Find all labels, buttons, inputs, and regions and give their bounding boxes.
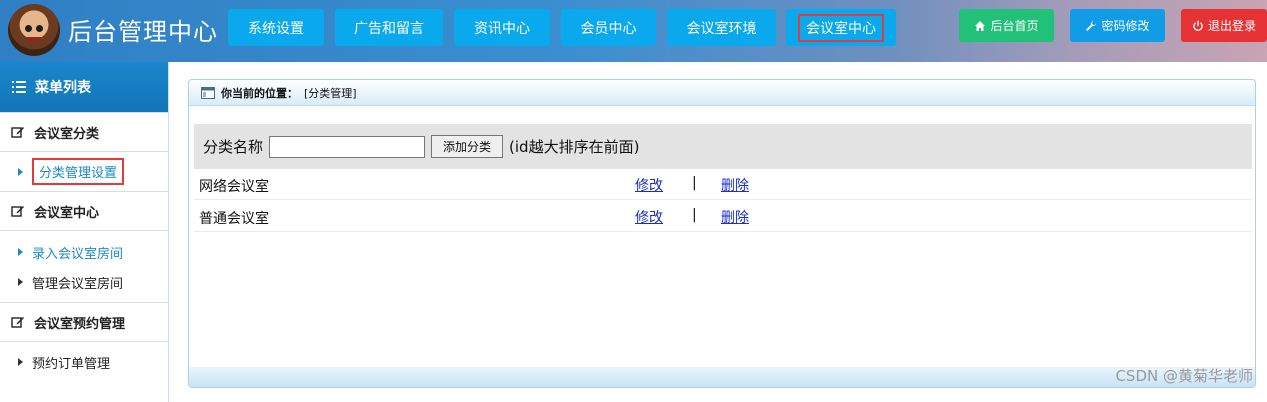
nav-active-highlight: 会议室中心: [798, 13, 884, 42]
nav-system-settings[interactable]: 系统设置: [228, 9, 324, 46]
category-name: 普通会议室: [199, 211, 269, 227]
watermark: CSDN @黄菊华老师: [1115, 367, 1253, 385]
category-row: 网络会议室 修改 | 删除: [194, 169, 1252, 200]
list-icon: [12, 81, 26, 93]
avatar: [8, 4, 60, 56]
nav-meeting-room-env[interactable]: 会议室环境: [667, 9, 776, 46]
sidebar-item-category-settings[interactable]: 分类管理设置: [0, 152, 168, 191]
edit-icon: [11, 206, 24, 217]
home-icon: [975, 20, 986, 31]
nav-news-center[interactable]: 资讯中心: [454, 9, 550, 46]
menu-list-header: 菜单列表: [0, 62, 168, 112]
delete-link[interactable]: 删除: [721, 175, 749, 195]
nav-meeting-room-center[interactable]: 会议室中心: [786, 9, 896, 46]
caret-right-icon: [18, 278, 23, 286]
caret-right-icon: [18, 358, 23, 366]
edit-link[interactable]: 修改: [635, 175, 663, 195]
nav-member-center[interactable]: 会员中心: [561, 9, 656, 46]
add-category-button[interactable]: 添加分类: [431, 135, 504, 158]
edit-icon: [11, 127, 24, 138]
sidebar: 菜单列表 会议室分类 分类管理设置 会议室中心 录入会议室房间 管理会议室房间 …: [0, 62, 169, 402]
window-icon: [201, 86, 215, 99]
breadcrumb: 你当前的位置： [分类管理]: [189, 80, 1255, 106]
sidebar-item-booking-orders[interactable]: 预约订单管理: [0, 347, 168, 377]
nav-ads-messages[interactable]: 广告和留言: [335, 9, 443, 46]
edit-icon: [11, 317, 24, 328]
wrench-icon: [1086, 20, 1097, 31]
power-icon: [1193, 20, 1203, 31]
caret-right-icon: [18, 167, 23, 176]
category-name-label: 分类名称: [203, 138, 264, 156]
content-panel: 你当前的位置： [分类管理] 分类名称 添加分类 (id越大排序在前面) 网络会…: [188, 79, 1256, 388]
sidebar-item-add-room[interactable]: 录入会议室房间: [0, 237, 168, 267]
edit-link[interactable]: 修改: [635, 207, 663, 227]
panel-footer: [189, 367, 1255, 387]
logout-button[interactable]: 退出登录: [1181, 9, 1267, 42]
top-header: 后台管理中心 系统设置 广告和留言 资讯中心 会员中心 会议室环境 会议室中心 …: [0, 0, 1267, 62]
site-title: 后台管理中心: [68, 18, 218, 46]
category-name: 网络会议室: [199, 179, 269, 195]
category-name-input[interactable]: [269, 135, 426, 158]
home-button[interactable]: 后台首页: [959, 9, 1054, 42]
link-separator: |: [692, 175, 697, 191]
category-row: 普通会议室 修改 | 删除: [194, 201, 1252, 232]
sidebar-group-meeting-category[interactable]: 会议室分类: [0, 112, 168, 152]
sidebar-item-manage-room[interactable]: 管理会议室房间: [0, 267, 168, 297]
sidebar-group-meeting-center[interactable]: 会议室中心: [0, 191, 168, 231]
link-separator: |: [692, 207, 697, 223]
sort-hint: (id越大排序在前面): [509, 138, 640, 156]
current-location: [分类管理]: [304, 86, 357, 100]
add-category-form: 分类名称 添加分类 (id越大排序在前面): [194, 124, 1252, 169]
change-password-button[interactable]: 密码修改: [1070, 9, 1165, 42]
sidebar-group-booking[interactable]: 会议室预约管理: [0, 302, 168, 342]
caret-right-icon: [18, 248, 23, 256]
delete-link[interactable]: 删除: [721, 207, 749, 227]
